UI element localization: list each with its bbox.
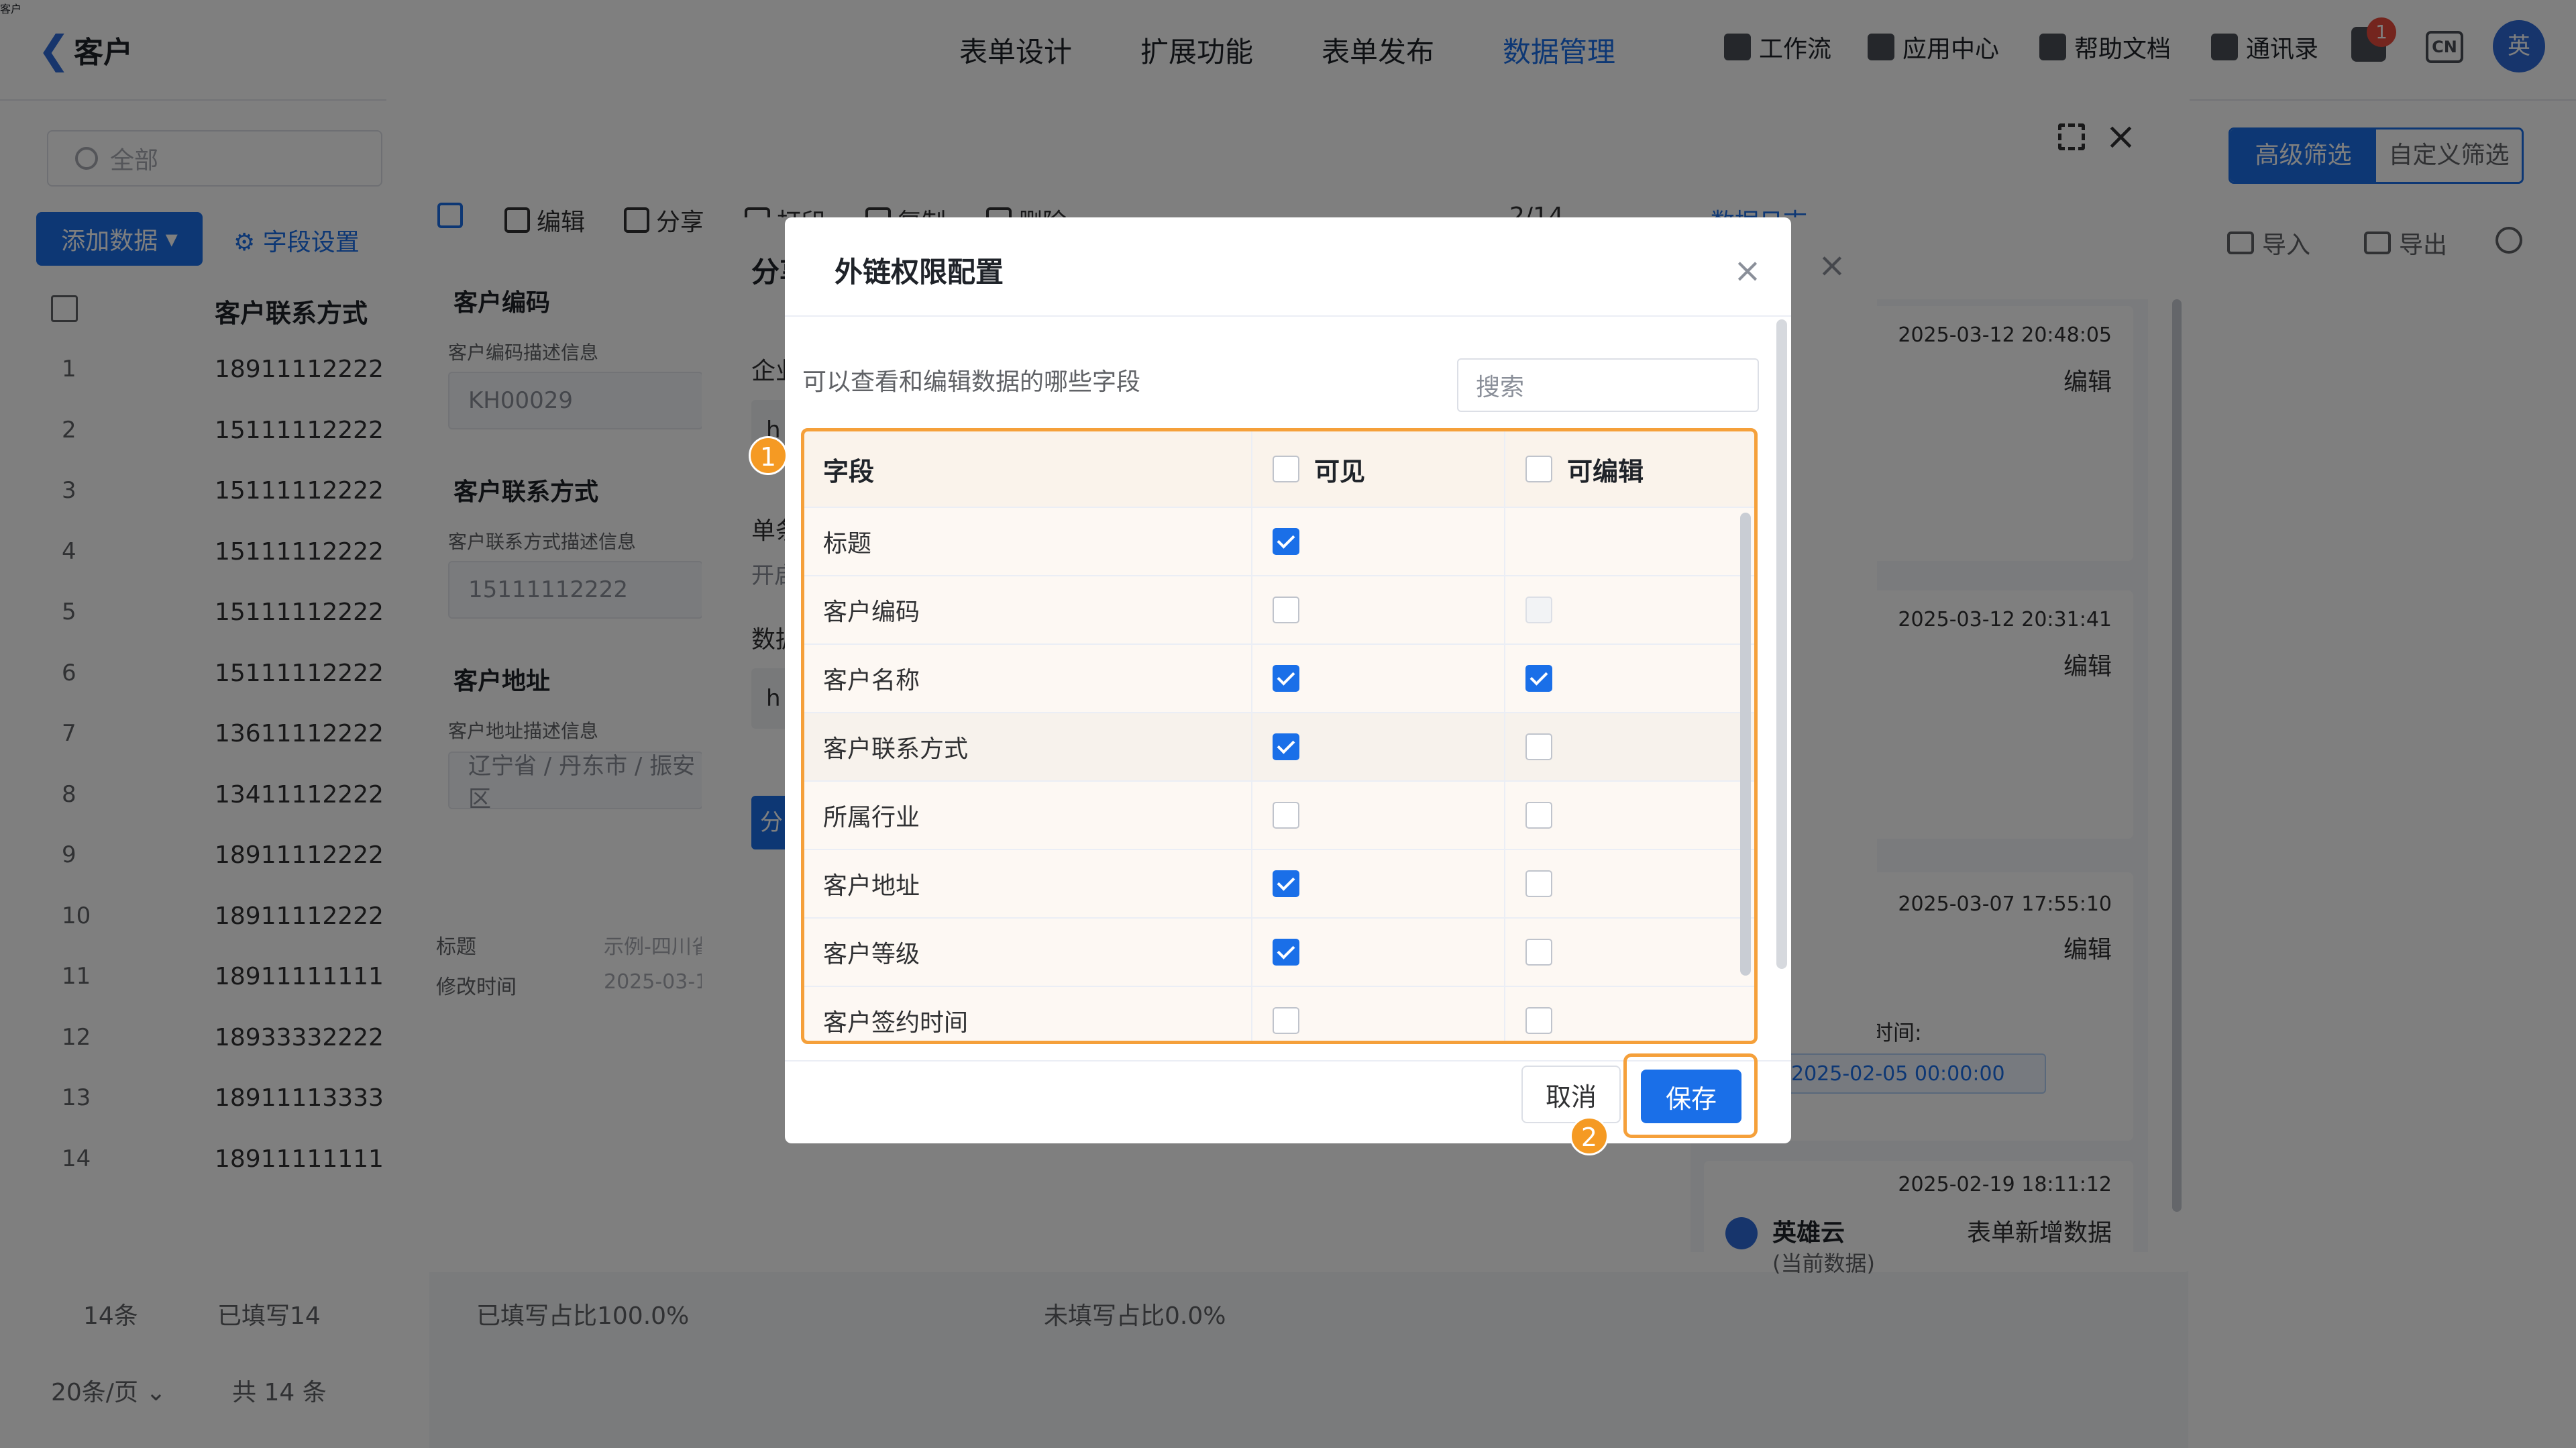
dialog-description: 可以查看和编辑数据的哪些字段 [802,368,1141,396]
step-badge-1: 1 [749,436,788,475]
cancel-button[interactable]: 取消 [1521,1066,1621,1123]
dialog-header-divider [785,315,1791,317]
dialog-scrollbar[interactable] [1776,319,1787,969]
dialog-close-icon[interactable]: × [1733,251,1762,290]
save-highlight-frame [1623,1053,1758,1138]
step-badge-2: 2 [1570,1117,1609,1155]
dialog-title: 外链权限配置 [835,256,1004,289]
field-search-input[interactable]: 搜索 [1457,358,1759,412]
table-highlight-frame [801,428,1758,1044]
